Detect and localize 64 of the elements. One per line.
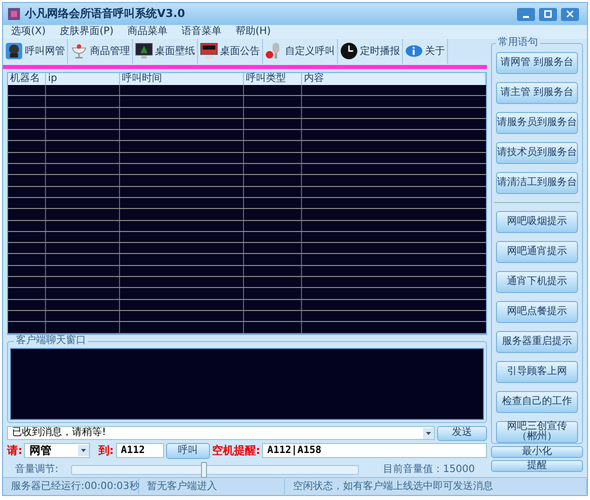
menu-item[interactable]: 语音菜单 xyxy=(182,27,222,37)
column-header[interactable]: 呼叫时间 xyxy=(120,72,244,85)
phrase-button[interactable]: 网吧吸烟提示 xyxy=(496,211,578,233)
message-combobox[interactable]: 已收到消息，请稍等! xyxy=(7,426,435,440)
phrase-button[interactable]: 请清洁工到服务台 xyxy=(496,172,578,194)
to-label: 到: xyxy=(98,442,114,459)
phrase-button[interactable]: 请技术员到服务台 xyxy=(496,142,578,164)
volume-slider[interactable] xyxy=(71,464,359,475)
phrase-button[interactable]: 引导顾客上网 xyxy=(496,361,578,383)
phrase-button[interactable]: 网吧通宵提示 xyxy=(496,241,578,263)
role-combobox[interactable]: 网管 xyxy=(24,443,90,458)
call-button[interactable]: 呼叫 xyxy=(166,442,210,459)
phrase-button[interactable]: 服务器重启提示 xyxy=(496,331,578,353)
clock-icon xyxy=(340,42,358,60)
dropdown-icon[interactable] xyxy=(423,428,434,439)
volume-label: 音量调节: xyxy=(15,462,60,478)
phrase-button[interactable]: 网吧三创宣传（郴州） xyxy=(496,421,578,443)
phrase-button[interactable]: 请服务员到服务台 xyxy=(496,112,578,134)
window-title: 小凡网络会所语音呼叫系统V3.0 xyxy=(25,6,186,22)
status-text: 服务器已经运行:00:00:03秒 xyxy=(3,479,139,494)
idle-field[interactable]: A112|A158 xyxy=(262,443,487,458)
column-header[interactable]: ip xyxy=(46,72,120,85)
remind-button[interactable]: 提醒 xyxy=(491,460,583,472)
slider-thumb[interactable] xyxy=(200,462,207,478)
status-text: 暂无客户端进入 xyxy=(139,479,285,494)
please-label: 请: xyxy=(7,442,22,459)
close-button[interactable] xyxy=(561,8,579,20)
status-text: 空闲状态，如有客户端上线选中即可发送消息 xyxy=(285,479,587,494)
seat-field[interactable]: A112 xyxy=(116,443,164,458)
toolbar-button[interactable]: 定时播报 xyxy=(338,39,403,64)
column-header[interactable]: 呼叫类型 xyxy=(244,72,302,85)
column-header[interactable]: 机器名 xyxy=(8,72,46,85)
toolbar-button[interactable]: 商品管理 xyxy=(68,39,133,64)
group-title: 常用语句 xyxy=(496,37,540,49)
menu-item[interactable]: 商品菜单 xyxy=(128,27,168,37)
toolbar-button[interactable]: 呼叫网管 xyxy=(3,39,68,64)
phrase-button[interactable]: 检查自己的工作 xyxy=(496,391,578,413)
app-icon xyxy=(7,7,21,21)
headset-icon xyxy=(5,42,23,60)
phrase-button[interactable]: 通宵下机提示 xyxy=(496,271,578,293)
monitor-icon xyxy=(200,42,218,60)
phrase-button[interactable]: 请网管 到服务台 xyxy=(496,52,578,74)
minimize-button[interactable] xyxy=(517,8,535,20)
monitor-icon xyxy=(135,42,153,60)
phrase-button[interactable]: 请主管 到服务台 xyxy=(496,82,578,104)
minimize-app-button[interactable]: 最小化 xyxy=(491,446,583,458)
idle-label: 空机提醒: xyxy=(212,442,260,459)
menu-item[interactable]: 选项(X) xyxy=(11,27,46,37)
column-header[interactable]: 内容 xyxy=(302,72,486,85)
toolbar-button[interactable]: 自定义呼叫 xyxy=(263,39,338,64)
cup-icon xyxy=(70,42,88,60)
volume-reading: 目前音量值：15000 xyxy=(383,462,475,478)
close-icon xyxy=(566,10,574,18)
send-button[interactable]: 发送 xyxy=(437,426,487,441)
maximize-button[interactable] xyxy=(539,8,557,20)
group-title: 客户端聊天窗口 xyxy=(14,334,88,347)
toolbar-button[interactable]: 桌面壁纸 xyxy=(133,39,198,64)
toolbar-button[interactable]: 关于 xyxy=(403,39,448,64)
maximize-icon xyxy=(544,10,552,18)
menu-item[interactable]: 皮肤界面(P) xyxy=(60,27,114,37)
dropdown-icon[interactable] xyxy=(78,445,90,456)
menu-item[interactable]: 帮助(H) xyxy=(236,27,271,37)
phrase-button[interactable]: 网吧点餐提示 xyxy=(496,301,578,323)
toolbar-button[interactable]: 桌面公告 xyxy=(198,39,263,64)
